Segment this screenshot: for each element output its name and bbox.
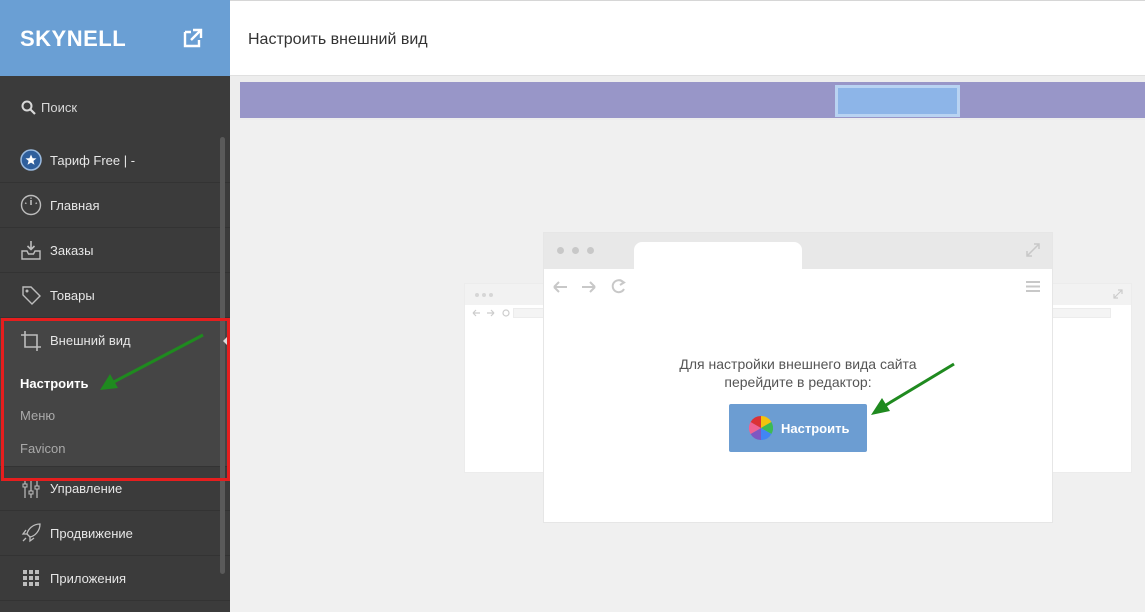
external-link-icon[interactable] (182, 27, 204, 49)
window-dot-icon (557, 247, 564, 254)
sliders-icon (20, 478, 42, 500)
sidebar-item-promotion[interactable]: Продвижение (0, 511, 230, 556)
hint-line-1: Для настройки внешнего вида сайта (679, 356, 917, 372)
customize-button[interactable]: Настроить (729, 404, 867, 452)
hint-line-2: перейдите в редактор: (724, 374, 872, 390)
customize-button-label: Настроить (781, 420, 850, 436)
page-title: Настроить внешний вид (248, 31, 428, 48)
sidebar-item-home[interactable]: Главная (0, 183, 230, 228)
sidebar-item-management[interactable]: Управление (0, 466, 230, 511)
grid-icon (20, 567, 42, 589)
editor-hint: Для настройки внешнего вида сайта перейд… (544, 355, 1052, 391)
window-dot-icon (587, 247, 594, 254)
topbar: Настроить внешний вид (230, 0, 1145, 76)
notice-banner (230, 76, 1145, 120)
sidebar-scrollbar[interactable] (220, 137, 225, 574)
search-label: Поиск (41, 99, 78, 115)
sidebar-item-label: Товары (50, 287, 95, 303)
subitem-menu[interactable]: Меню (0, 399, 230, 431)
sidebar-item-label: Управление (50, 481, 123, 496)
banner-action-button[interactable] (835, 85, 960, 117)
window-dot-icon (572, 247, 579, 254)
appearance-section: Внешний вид Настроить Меню Favicon (0, 318, 230, 466)
speedometer-icon (20, 194, 42, 216)
sidebar-item-products[interactable]: Товары (0, 273, 230, 318)
sidebar-item-orders[interactable]: Заказы (0, 228, 230, 273)
browser-illustration: Для настройки внешнего вида сайта перейд… (543, 232, 1053, 523)
sidebar-item-label: Главная (50, 197, 100, 213)
search-icon (21, 100, 36, 115)
crop-icon (20, 330, 42, 352)
browser-nav-icons (553, 279, 626, 294)
rocket-icon (20, 522, 42, 544)
sidebar-item-plan[interactable]: Тариф Free | - (0, 138, 230, 183)
collapse-caret-icon[interactable] (223, 336, 228, 346)
subitem-favicon[interactable]: Favicon (0, 431, 230, 466)
inbox-download-icon (20, 239, 42, 261)
expand-icon (1113, 289, 1123, 299)
nav-arrows-icon (472, 309, 510, 317)
logo-bar: SKYNELL (0, 0, 230, 76)
banner-strip (240, 82, 1145, 118)
hamburger-menu-icon (1026, 281, 1040, 292)
expand-icon (1026, 243, 1040, 257)
sidebar-item-label: Заказы (50, 242, 94, 258)
sidebar-item-appearance[interactable]: Внешний вид (0, 318, 230, 363)
browser-titlebar (544, 233, 1052, 270)
sidebar: SKYNELL Поиск Тариф Free | - Главная Зак… (0, 0, 230, 612)
subitem-customize[interactable]: Настроить (0, 367, 230, 399)
window-dot-icon (475, 293, 479, 297)
window-dot-icon (489, 293, 493, 297)
plan-label: Тариф Free | - (50, 152, 136, 168)
logo[interactable]: SKYNELL (20, 26, 126, 52)
sidebar-item-label: Продвижение (50, 525, 133, 541)
tag-icon (20, 284, 42, 306)
window-dot-icon (482, 293, 486, 297)
sidebar-item-label: Внешний вид (50, 333, 131, 348)
browser-tab (634, 242, 802, 270)
sidebar-item-label: Приложения (50, 570, 127, 586)
color-wheel-icon (749, 416, 773, 440)
star-badge-icon (20, 149, 42, 171)
sidebar-item-apps[interactable]: Приложения (0, 556, 230, 601)
sidebar-search[interactable]: Поиск (0, 76, 230, 138)
